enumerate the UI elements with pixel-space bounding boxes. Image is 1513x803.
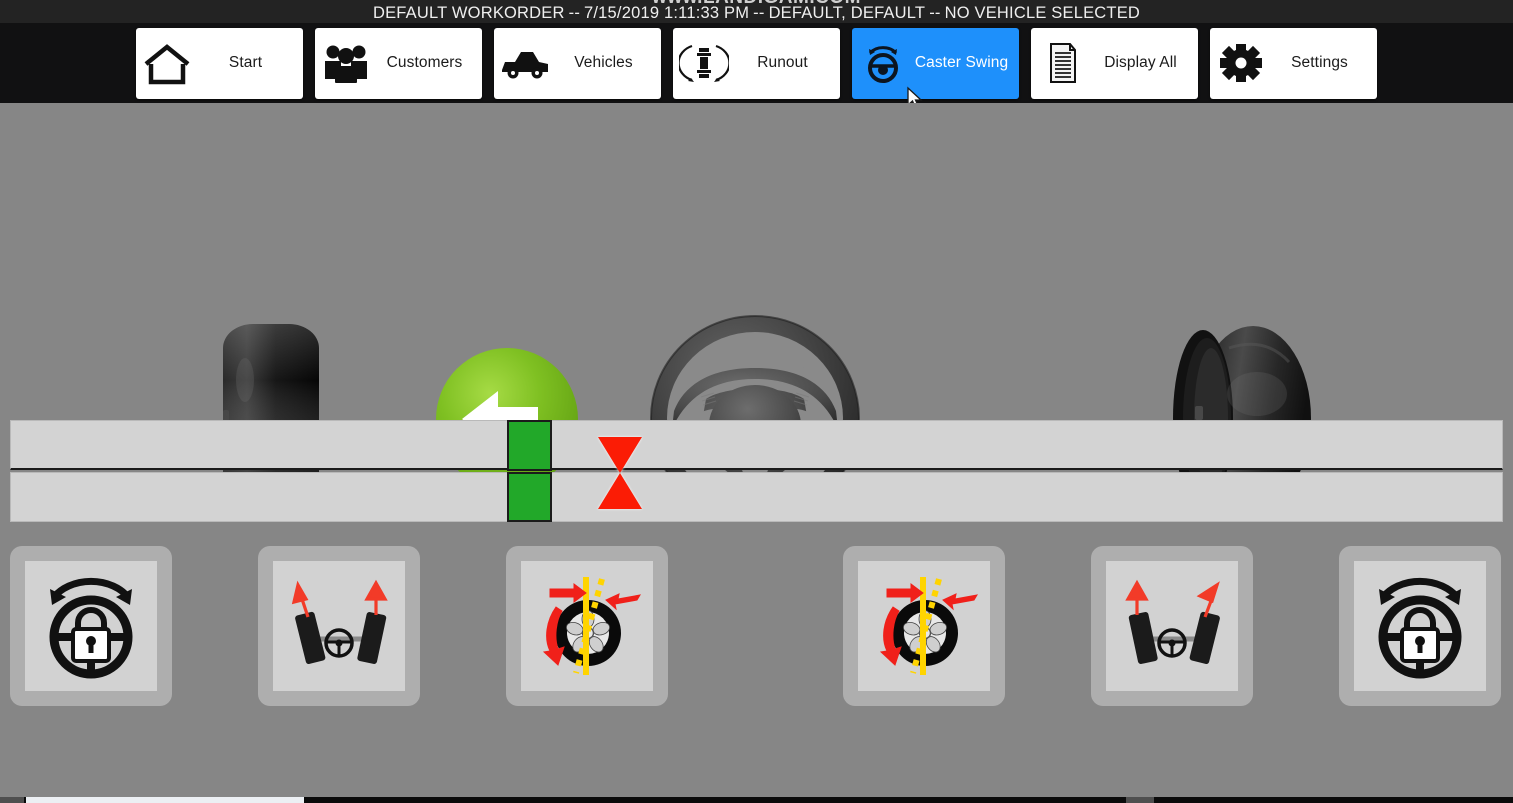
car-icon — [498, 36, 552, 90]
document-icon — [1035, 36, 1089, 90]
nav-label-display-all: Display All — [1104, 54, 1177, 71]
caster-swing-wheel-icon — [858, 561, 990, 691]
axle-wheels-lift-icon — [1106, 561, 1238, 691]
title-bar: DEFAULT WORKORDER -- 7/15/2019 1:11:33 P… — [0, 3, 1513, 23]
nav-button-vehicles[interactable]: Vehicles — [494, 27, 661, 99]
nav-button-start[interactable]: Start — [136, 27, 303, 99]
taskbar-start-button[interactable] — [0, 797, 24, 803]
wheel-lift-right-button[interactable] — [1091, 546, 1253, 706]
taskbar-tray[interactable] — [1126, 797, 1154, 803]
title-vehicle: NO VEHICLE SELECTED — [944, 3, 1141, 22]
nav-label-vehicles: Vehicles — [574, 54, 633, 71]
title-separator-2: -- — [753, 3, 765, 22]
runout-icon — [677, 36, 731, 90]
title-datetime: 7/15/2019 1:11:33 PM — [584, 3, 750, 22]
os-taskbar[interactable] — [0, 797, 1513, 803]
left-wheel-meter — [10, 420, 1503, 470]
nav-button-caster-swing[interactable]: Caster Swing — [852, 27, 1019, 99]
caster-meter-panel — [0, 420, 1513, 525]
right-meter-green-bar — [507, 472, 552, 522]
steering-wheel-lock-right-button[interactable] — [1339, 546, 1501, 706]
nav-button-runout[interactable]: Runout — [673, 27, 840, 99]
title-separator-1: -- — [568, 3, 581, 22]
caster-swing-icon — [856, 36, 910, 90]
axle-wheels-lift-icon — [273, 561, 405, 691]
caster-swing-stage — [0, 103, 1513, 803]
wheel-lift-left-button[interactable] — [258, 546, 420, 706]
title-customer: DEFAULT, DEFAULT — [768, 3, 926, 22]
title-workorder: DEFAULT WORKORDER — [372, 3, 565, 22]
nav-label-caster-swing: Caster Swing — [914, 54, 1009, 71]
gear-icon — [1214, 36, 1268, 90]
right-meter-pointer-icon — [598, 473, 642, 509]
home-icon — [140, 36, 194, 90]
caster-tool-row — [0, 546, 1513, 706]
nav-label-settings: Settings — [1291, 54, 1348, 71]
caster-swing-left-button[interactable] — [506, 546, 668, 706]
caster-swing-right-button[interactable] — [843, 546, 1005, 706]
caster-swing-wheel-icon — [521, 561, 653, 691]
nav-label-customers: Customers — [386, 54, 463, 71]
nav-button-settings[interactable]: Settings — [1210, 27, 1377, 99]
nav-button-display-all[interactable]: Display All — [1031, 27, 1198, 99]
steering-wheel-lock-icon — [1354, 561, 1486, 691]
left-meter-green-bar — [507, 420, 552, 471]
right-wheel-meter — [10, 472, 1503, 522]
main-navigation-bar: Start Customers Vehicles Runout Caster S… — [0, 23, 1513, 103]
steering-wheel-lock-icon — [25, 561, 157, 691]
taskbar-active-window[interactable] — [26, 797, 304, 803]
nav-button-customers[interactable]: Customers — [315, 27, 482, 99]
steering-wheel-lock-left-button[interactable] — [10, 546, 172, 706]
people-icon — [319, 36, 373, 90]
nav-label-runout: Runout — [757, 54, 808, 71]
nav-label-start: Start — [228, 54, 263, 71]
left-meter-pointer-icon — [598, 437, 642, 473]
title-separator-3: -- — [929, 3, 941, 22]
